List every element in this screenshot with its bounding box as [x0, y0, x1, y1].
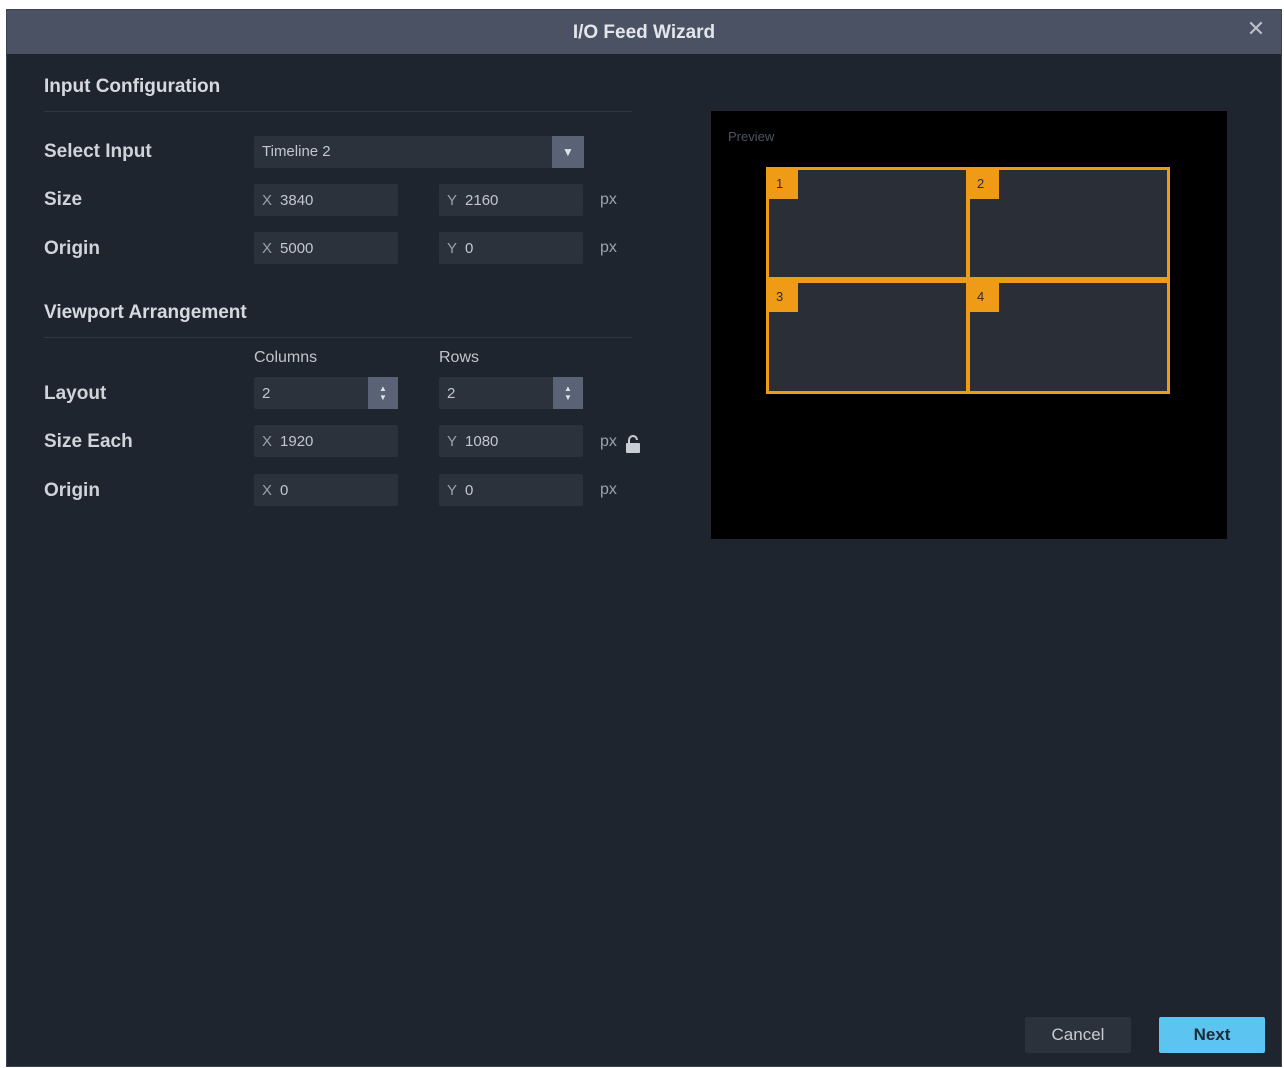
select-input-value: Timeline 2	[262, 143, 331, 160]
size-label: Size	[44, 189, 83, 210]
dialog-title: I/O Feed Wizard	[572, 22, 716, 43]
origin-x-value[interactable]: 5000	[280, 240, 370, 257]
stepper-arrows-icon[interactable]: ▲ ▼	[553, 377, 583, 409]
size-y-field[interactable]: Y 2160	[439, 184, 583, 216]
section-divider	[44, 337, 632, 338]
y-axis-label: Y	[447, 432, 458, 450]
origin-y-field[interactable]: Y 0	[439, 232, 583, 264]
rows-stepper[interactable]: 2 ▲ ▼	[439, 377, 583, 409]
y-axis-label: Y	[447, 239, 458, 257]
viewport-number: 1	[769, 170, 798, 199]
viewport-origin-unit: px	[600, 481, 617, 498]
x-axis-label: X	[262, 432, 273, 450]
viewport-tile[interactable]: 3	[766, 280, 969, 394]
layout-label: Layout	[44, 383, 107, 404]
section-divider	[44, 111, 632, 112]
size-each-x-value[interactable]: 1920	[280, 433, 370, 450]
y-axis-label: Y	[447, 191, 458, 209]
viewport-number: 3	[769, 283, 798, 312]
x-axis-label: X	[262, 239, 273, 257]
stepper-arrows-icon[interactable]: ▲ ▼	[368, 377, 398, 409]
size-each-label: Size Each	[44, 431, 133, 452]
preview-panel: Preview 1 2 3 4	[711, 111, 1227, 539]
columns-header: Columns	[254, 349, 318, 366]
viewport-tile[interactable]: 1	[766, 167, 969, 280]
viewport-arrangement-heading: Viewport Arrangement	[44, 302, 247, 323]
x-axis-label: X	[262, 481, 273, 499]
size-each-x-field[interactable]: X 1920	[254, 425, 398, 457]
viewport-origin-y-value[interactable]: 0	[465, 482, 555, 499]
rows-value[interactable]: 2	[447, 385, 537, 402]
size-x-field[interactable]: X 3840	[254, 184, 398, 216]
next-button[interactable]: Next	[1159, 1017, 1265, 1053]
size-y-value[interactable]: 2160	[465, 192, 555, 209]
origin-y-value[interactable]: 0	[465, 240, 555, 257]
origin-unit: px	[600, 239, 617, 256]
size-each-unit: px	[600, 433, 617, 450]
columns-stepper[interactable]: 2 ▲ ▼	[254, 377, 398, 409]
select-input-dropdown[interactable]: Timeline 2 ▼	[254, 136, 584, 168]
rows-header: Rows	[439, 349, 480, 366]
size-x-value[interactable]: 3840	[280, 192, 370, 209]
viewport-origin-x-value[interactable]: 0	[280, 482, 370, 499]
viewport-tile[interactable]: 4	[967, 280, 1170, 394]
size-each-y-field[interactable]: Y 1080	[439, 425, 583, 457]
input-configuration-heading: Input Configuration	[44, 76, 221, 97]
viewport-origin-y-field[interactable]: Y 0	[439, 474, 583, 506]
viewport-origin-label: Origin	[44, 480, 100, 501]
chevron-down-icon[interactable]: ▼	[552, 136, 584, 168]
viewport-number: 2	[970, 170, 999, 199]
title-bar: I/O Feed Wizard ✕	[7, 10, 1281, 54]
origin-label: Origin	[44, 238, 100, 259]
x-axis-label: X	[262, 191, 273, 209]
close-icon[interactable]: ✕	[1245, 18, 1267, 40]
size-unit: px	[600, 191, 617, 208]
viewport-number: 4	[970, 283, 999, 312]
columns-value[interactable]: 2	[262, 385, 352, 402]
preview-label: Preview	[728, 129, 775, 144]
viewport-origin-x-field[interactable]: X 0	[254, 474, 398, 506]
y-axis-label: Y	[447, 481, 458, 499]
viewport-tile[interactable]: 2	[967, 167, 1170, 280]
cancel-button[interactable]: Cancel	[1025, 1017, 1131, 1053]
size-each-y-value[interactable]: 1080	[465, 433, 555, 450]
io-feed-wizard-dialog: I/O Feed Wizard ✕ Input Configuration Se…	[6, 9, 1282, 1067]
select-input-label: Select Input	[44, 141, 152, 162]
origin-x-field[interactable]: X 5000	[254, 232, 398, 264]
unlock-icon[interactable]	[625, 435, 641, 453]
